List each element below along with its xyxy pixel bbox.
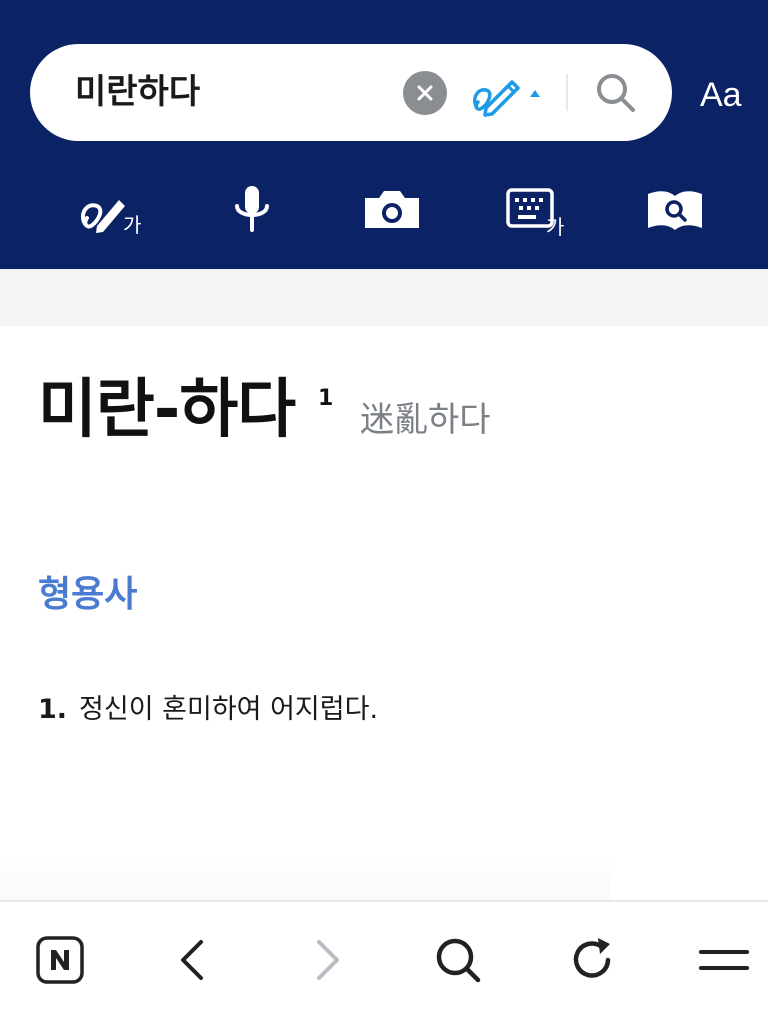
- font-size-button[interactable]: Aa: [700, 70, 742, 120]
- caret-up-icon: [530, 90, 540, 97]
- handwriting-dropdown-button[interactable]: [470, 68, 550, 118]
- search-submit-button[interactable]: [593, 70, 639, 116]
- search-nav-button[interactable]: [428, 930, 488, 990]
- browser-bottom-bar: [0, 900, 768, 1024]
- forward-button[interactable]: [297, 930, 357, 990]
- definition-number: 1.: [38, 694, 68, 725]
- search-bar[interactable]: 미란하다: [30, 44, 672, 141]
- search-input[interactable]: 미란하다: [75, 44, 200, 141]
- search-bar-divider: [566, 74, 568, 111]
- refresh-button[interactable]: [562, 930, 622, 990]
- header-separator-band: [0, 269, 768, 326]
- clear-search-button[interactable]: [403, 71, 447, 115]
- dictionary-page: 미란하다 Aa 가 가 미란-하다 1 迷亂하다 형용사 1. 정신이 혼미하여…: [0, 0, 768, 1024]
- voice-search-button[interactable]: [217, 182, 287, 238]
- definition-text: 정신이 혼미하여 어지럽다.: [79, 694, 379, 725]
- home-button[interactable]: [30, 930, 90, 990]
- microphone-icon: [235, 186, 269, 232]
- entry-headword: 미란-하다: [38, 373, 296, 447]
- menu-button[interactable]: [693, 930, 753, 990]
- search-header: 미란하다 Aa 가 가: [0, 0, 768, 269]
- search-icon: [436, 938, 481, 983]
- keyboard-glyph: 가: [546, 215, 564, 238]
- book-search-icon: [648, 191, 702, 230]
- refresh-icon: [573, 938, 611, 978]
- search-icon: [597, 74, 635, 112]
- handwriting-glyph: 가: [123, 213, 141, 237]
- entry-hanja: 迷亂하다: [360, 400, 491, 440]
- pen-handwriting-icon: 가: [80, 200, 141, 237]
- camera-icon: [365, 191, 419, 228]
- handwriting-input-button[interactable]: 가: [75, 182, 145, 238]
- naver-n-icon: [36, 936, 84, 984]
- part-of-speech-label: 형용사: [38, 574, 138, 615]
- entry-homonym-number: 1: [318, 386, 334, 411]
- keyboard-icon: 가: [506, 188, 564, 238]
- chevron-left-icon: [181, 940, 203, 980]
- image-search-button[interactable]: [357, 182, 427, 238]
- chevron-right-icon: [317, 940, 339, 980]
- hamburger-menu-icon: [699, 950, 749, 970]
- close-icon: [417, 85, 433, 101]
- back-button[interactable]: [163, 930, 223, 990]
- definition-item: 1. 정신이 혼미하여 어지럽다.: [38, 688, 378, 732]
- dictionary-lens-button[interactable]: [640, 182, 710, 238]
- keyboard-input-button[interactable]: 가: [500, 182, 570, 238]
